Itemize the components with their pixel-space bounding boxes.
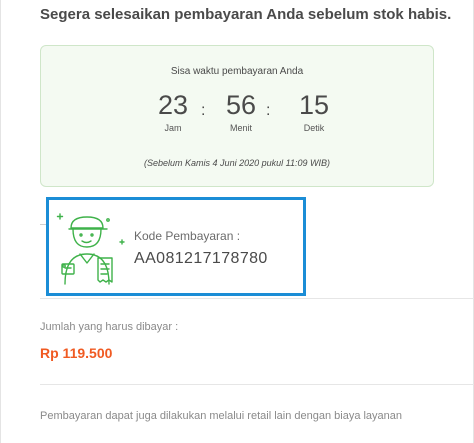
payment-code-value: AA081217178780: [134, 250, 268, 267]
hours-label: Jam: [164, 123, 182, 133]
amount-due-value: Rp 119.500: [40, 345, 113, 361]
payment-code-label: Kode Pembayaran :: [134, 229, 241, 243]
page-headline: Segera selesaikan pembayaran Anda sebelu…: [40, 6, 452, 23]
countdown-title: Sisa waktu pembayaran Anda: [170, 66, 304, 77]
hours-value: 23: [157, 90, 189, 120]
retail-payment-note: Pembayaran dapat juga dilakukan melalui …: [40, 410, 403, 422]
countdown-seconds: 15 Detik: [284, 90, 344, 133]
countdown-minutes: 56 Menit: [211, 90, 271, 133]
time-separator: :: [266, 102, 271, 119]
seconds-label: Detik: [303, 123, 325, 133]
amount-due-label: Jumlah yang harus dibayar :: [40, 321, 179, 333]
payment-code-card: Kode Pembayaran : AA081217178780: [46, 197, 306, 296]
payment-deadline: (Sebelum Kamis 4 Juni 2020 pukul 11:09 W…: [144, 158, 330, 168]
countdown-hours: 23 Jam: [143, 90, 203, 133]
time-separator: :: [201, 102, 206, 119]
minutes-value: 56: [225, 90, 257, 120]
countdown-panel: Sisa waktu pembayaran Anda 23 Jam : 56 M…: [40, 45, 434, 187]
courier-receipt-icon: [56, 213, 125, 285]
seconds-value: 15: [298, 90, 330, 120]
minutes-label: Menit: [229, 123, 252, 133]
section-divider: [40, 298, 474, 299]
section-divider: [40, 384, 474, 385]
